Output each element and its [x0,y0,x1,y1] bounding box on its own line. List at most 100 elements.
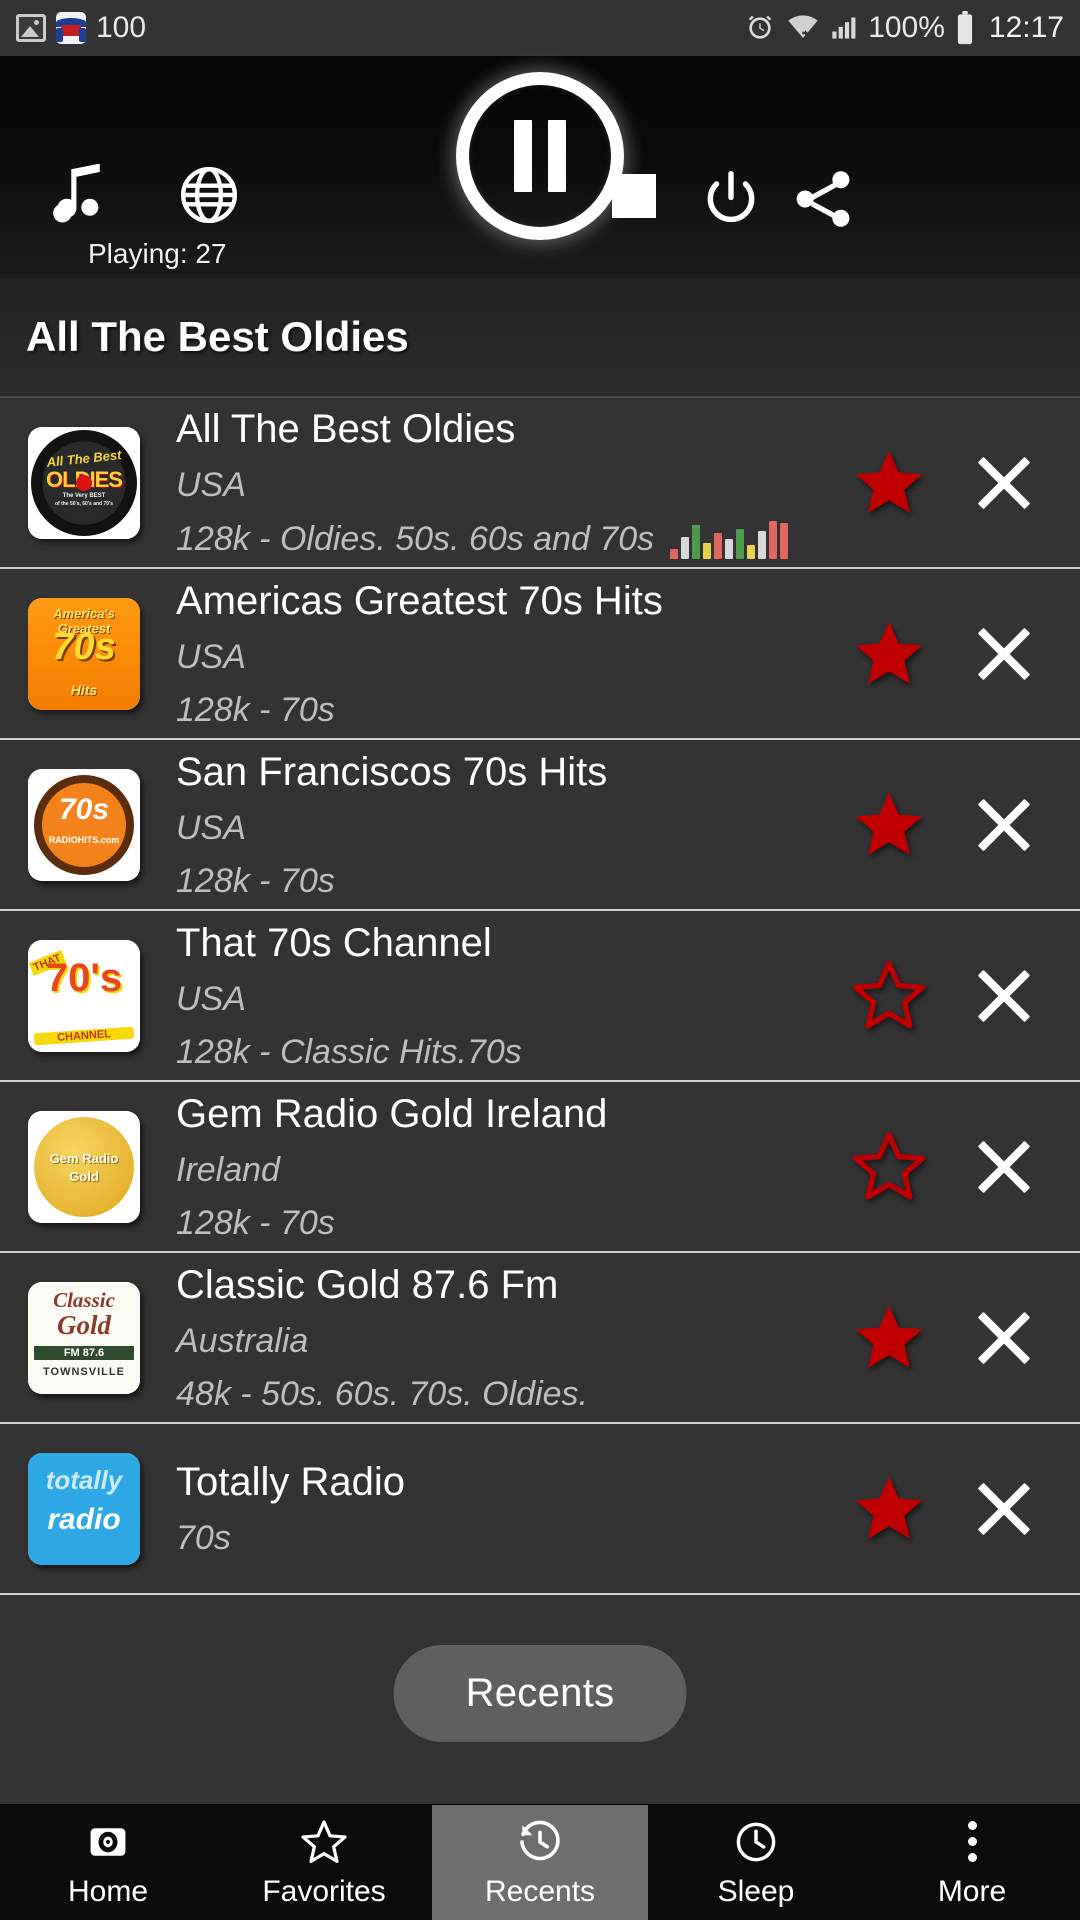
table-row[interactable]: THAT 70's CHANNEL That 70s Channel USA 1… [0,911,1080,1082]
row-actions [852,1130,1080,1204]
station-country: Australia [176,1321,309,1360]
table-row[interactable]: All The Best OLDIES The Very BEST of the… [0,398,1080,569]
nav-item-recents[interactable]: Recents [432,1805,648,1920]
row-actions [852,617,1080,691]
power-icon[interactable] [700,166,762,232]
pause-bar-right [548,120,566,192]
status-bar-left: 100 [16,11,146,45]
battery-icon [957,11,973,45]
favorite-star-icon[interactable] [852,788,926,862]
station-description: 128k - Classic Hits.70s [176,1032,522,1071]
station-logo: All The Best OLDIES The Very BEST of the… [28,426,140,539]
favorite-star-icon[interactable] [852,446,926,520]
gallery-icon [16,14,46,42]
station-country: USA [176,637,246,676]
favorite-star-icon[interactable] [852,1130,926,1204]
battery-percent: 100% [868,11,945,44]
playing-count-label: Playing: 27 [88,238,227,269]
nav-item-favorites[interactable]: Favorites [216,1805,432,1920]
station-name: That 70s Channel [176,920,492,965]
remove-station-button[interactable] [972,451,1036,515]
station-logo: THAT 70's CHANNEL [28,939,140,1052]
station-logo: 70s RADIOHITS.com [28,768,140,881]
station-meta: That 70s Channel USA 128k - Classic Hits… [176,920,852,1072]
nav-item-label: More [937,1874,1007,1908]
station-logo: Gem Radio Gold [28,1110,140,1223]
table-row[interactable]: Classic Gold FM 87.6 TOWNSVILLE Classic … [0,1253,1080,1424]
station-meta: Americas Greatest 70s Hits USA 128k - 70… [176,578,852,730]
station-country: USA [176,808,246,847]
remove-station-button[interactable] [972,1306,1036,1370]
station-description: 128k - 70s [176,1203,335,1242]
notification-count: 100 [96,11,147,44]
station-meta: All The Best Oldies USA 128k - Oldies. 5… [176,406,852,559]
row-actions [852,788,1080,862]
station-meta: Totally Radio 70s [176,1459,852,1558]
station-name: All The Best Oldies [176,407,516,451]
row-actions [852,446,1080,520]
station-name: San Franciscos 70s Hits [176,749,608,794]
clock-time: 12:17 [988,11,1064,44]
nav-item-more[interactable]: More [864,1805,1080,1920]
station-name: Classic Gold 87.6 Fm [176,1262,559,1307]
remove-station-button[interactable] [972,1477,1036,1541]
station-description: 128k - Oldies. 50s. 60s and 70s [176,519,852,559]
pause-bar-left [514,120,532,192]
page-title: All The Best Oldies [26,313,409,360]
station-country: USA [176,979,246,1018]
table-row[interactable]: totally radio Totally Radio 70s [0,1424,1080,1595]
station-meta: Classic Gold 87.6 Fm Australia 48k - 50s… [176,1262,852,1414]
favorite-star-icon[interactable] [852,1301,926,1375]
station-list[interactable]: All The Best OLDIES The Very BEST of the… [0,398,1080,1804]
station-logo: America's Greatest 70s Hits [28,597,140,710]
alarm-icon [748,15,772,39]
status-bar: 100 100% 12:17 [0,0,1080,56]
station-logo: totally radio [28,1452,140,1565]
nav-item-label: Recents [484,1874,596,1908]
remove-station-button[interactable] [972,622,1036,686]
station-meta: Gem Radio Gold Ireland Ireland 128k - 70… [176,1091,852,1243]
overflow-icon [967,1817,977,1867]
station-name: Americas Greatest 70s Hits [176,578,663,623]
favorite-star-icon[interactable] [852,617,926,691]
bottom-navigation[interactable]: Home Favorites Recents Sleep More [0,1804,1080,1920]
row-actions [852,959,1080,1033]
station-name: Totally Radio [176,1460,406,1504]
station-name: Gem Radio Gold Ireland [176,1091,608,1136]
star-icon [300,1817,348,1867]
status-bar-right: 100% 12:17 [744,11,1064,45]
share-icon[interactable] [790,166,856,232]
favorite-star-icon[interactable] [852,959,926,1033]
globe-icon[interactable] [178,164,240,226]
nav-item-home[interactable]: Home [0,1805,216,1920]
remove-station-button[interactable] [972,964,1036,1028]
wifi-icon [788,15,818,39]
nav-item-sleep[interactable]: Sleep [648,1805,864,1920]
station-country: USA [176,466,246,504]
toast-message: Recents [393,1645,687,1742]
row-actions [852,1472,1080,1546]
stop-icon[interactable] [612,174,656,218]
remove-station-button[interactable] [972,1135,1036,1199]
table-row[interactable]: America's Greatest 70s Hits Americas Gre… [0,569,1080,740]
favorite-star-icon[interactable] [852,1472,926,1546]
nav-item-label: Home [67,1874,149,1908]
music-note-icon[interactable] [48,164,110,234]
remove-station-button[interactable] [972,793,1036,857]
table-row[interactable]: Gem Radio Gold Gem Radio Gold Ireland Ir… [0,1082,1080,1253]
station-description: 70s [176,1519,231,1557]
nav-item-label: Favorites [262,1874,386,1908]
station-description: 128k - 70s [176,861,335,900]
nonstop-music-app-icon [56,12,86,44]
equalizer-icon [670,519,789,559]
table-row[interactable]: 70s RADIOHITS.com San Franciscos 70s Hit… [0,740,1080,911]
play-pause-button[interactable] [456,72,624,240]
radio-icon [86,1817,130,1867]
station-logo: Classic Gold FM 87.6 TOWNSVILLE [28,1281,140,1394]
nav-item-label: Sleep [717,1874,795,1908]
station-description: 48k - 50s. 60s. 70s. Oldies. [176,1374,588,1413]
row-actions [852,1301,1080,1375]
now-playing-title-bar: All The Best Oldies [0,278,1080,398]
station-description: 128k - 70s [176,690,335,729]
station-country: Ireland [176,1150,280,1189]
